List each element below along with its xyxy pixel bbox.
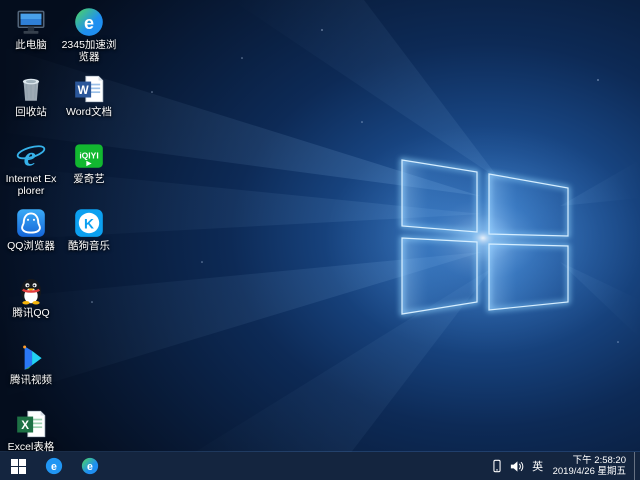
desktop-icon-label: 腾讯视频 — [10, 374, 52, 386]
system-tray: 英 下午 2:58:20 2019/4/26 星期五 — [487, 452, 640, 480]
tray-phone-icon[interactable] — [487, 452, 507, 480]
windows-desktop: 此电脑 回收站 e Internet Explorer QQ浏览器 腾讯QQ 腾… — [0, 0, 640, 480]
desktop-icon-label: 酷狗音乐 — [68, 240, 110, 252]
2345-browser-icon: e — [72, 5, 106, 39]
desktop-icon-qq-browser[interactable]: QQ浏览器 — [2, 203, 60, 270]
tencent-video-icon — [14, 340, 48, 374]
desktop-icon-recycle-bin[interactable]: 回收站 — [2, 69, 60, 136]
svg-text:e: e — [51, 461, 57, 473]
icon-column-1: 此电脑 回收站 e Internet Explorer QQ浏览器 腾讯QQ 腾… — [2, 2, 60, 471]
icon-column-2: e 2345加速浏览器 W Word文档 iQIYI 爱奇艺 K 酷狗音乐 — [60, 2, 118, 471]
tencent-qq-icon — [14, 273, 48, 307]
desktop-icon-label: 回收站 — [15, 106, 47, 118]
kugou-music-icon: K — [72, 206, 106, 240]
word-icon: W — [72, 72, 106, 106]
iqiyi-icon: iQIYI — [72, 139, 106, 173]
svg-text:iQIYI: iQIYI — [79, 151, 98, 161]
taskbar-pinned-browser-e-blue[interactable]: e — [36, 452, 72, 480]
svg-text:W: W — [78, 84, 89, 97]
qq-browser-icon — [14, 206, 48, 240]
internet-explorer-icon: e — [14, 139, 48, 173]
taskbar-clock[interactable]: 下午 2:58:20 2019/4/26 星期五 — [549, 452, 634, 480]
windows-logo-icon — [10, 458, 26, 474]
excel-icon: X — [14, 407, 48, 441]
svg-text:X: X — [21, 419, 29, 432]
desktop-icon-label: Word文档 — [66, 106, 112, 118]
taskbar: e e 英 下午 2:58:20 2019/4/26 星期五 — [0, 452, 640, 480]
browser-e-2345-icon: e — [81, 457, 99, 475]
start-button[interactable] — [0, 452, 36, 480]
desktop-icon-tencent-qq[interactable]: 腾讯QQ — [2, 270, 60, 337]
language-indicator[interactable]: 英 — [527, 452, 549, 480]
desktop-icon-label: 爱奇艺 — [73, 173, 105, 185]
desktop-icon-label: 2345加速浏览器 — [61, 39, 117, 63]
volume-icon — [510, 460, 524, 472]
this-pc-icon — [14, 5, 48, 39]
tray-volume-icon[interactable] — [507, 452, 527, 480]
show-desktop-button[interactable] — [634, 452, 640, 480]
desktop-icon-tencent-video[interactable]: 腾讯视频 — [2, 337, 60, 404]
svg-text:e: e — [84, 13, 94, 33]
desktop-icon-2345-browser[interactable]: e 2345加速浏览器 — [60, 2, 118, 69]
desktop-icon-this-pc[interactable]: 此电脑 — [2, 2, 60, 69]
clock-time: 下午 2:58:20 — [572, 455, 626, 466]
desktop-icon-iqiyi[interactable]: iQIYI 爱奇艺 — [60, 136, 118, 203]
desktop-icon-grid: 此电脑 回收站 e Internet Explorer QQ浏览器 腾讯QQ 腾… — [2, 2, 118, 471]
desktop-icon-internet-explorer[interactable]: e Internet Explorer — [2, 136, 60, 203]
desktop-icon-kugou-music[interactable]: K 酷狗音乐 — [60, 203, 118, 270]
taskbar-pinned-browser-e-2345[interactable]: e — [72, 452, 108, 480]
desktop-icon-label: 此电脑 — [15, 39, 47, 51]
browser-e-blue-icon: e — [45, 457, 63, 475]
desktop-icon-label: Internet Explorer — [5, 173, 57, 197]
language-label: 英 — [532, 461, 544, 473]
svg-text:K: K — [84, 215, 94, 231]
desktop-icon-label: 腾讯QQ — [12, 307, 50, 319]
recycle-bin-icon — [14, 72, 48, 106]
phone-icon — [493, 459, 501, 473]
clock-date: 2019/4/26 星期五 — [552, 466, 626, 477]
svg-text:e: e — [87, 461, 93, 473]
desktop-icon-label: QQ浏览器 — [7, 240, 55, 252]
desktop-icon-word[interactable]: W Word文档 — [60, 69, 118, 136]
